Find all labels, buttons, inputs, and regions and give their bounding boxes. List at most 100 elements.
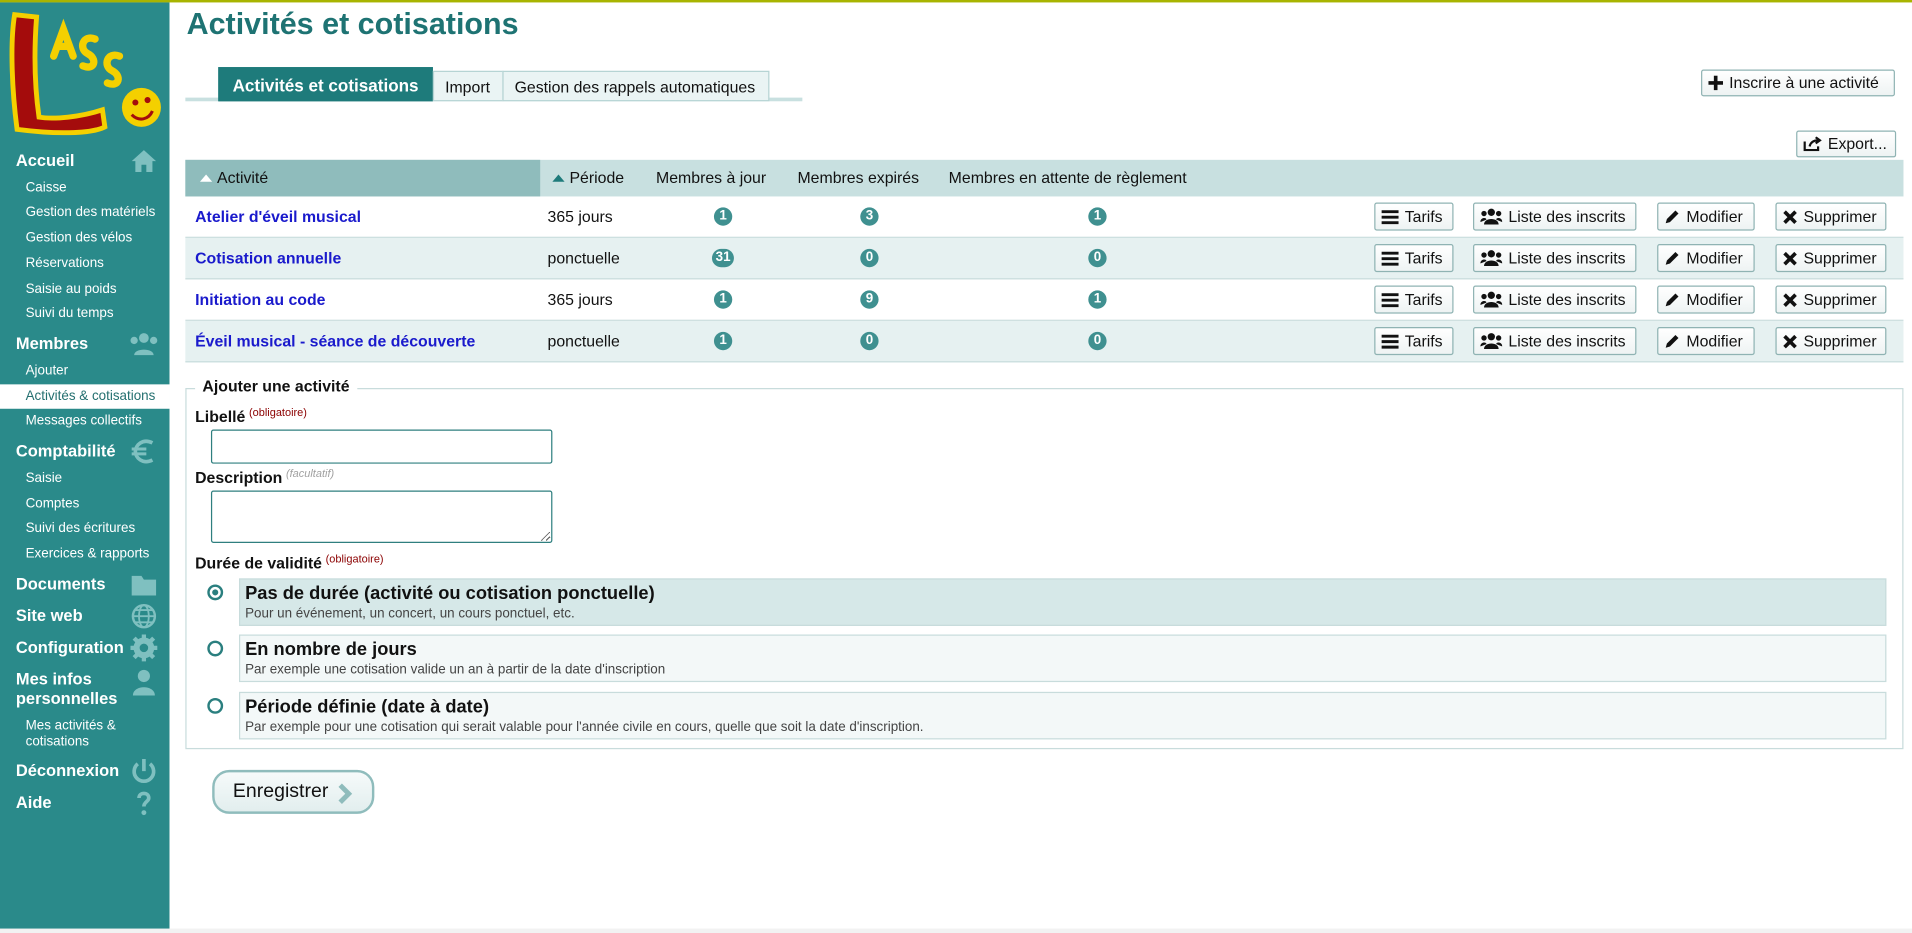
save-button[interactable]: Enregistrer: [212, 769, 375, 814]
nav-item-mes-activites-line1: Mes activités &: [25, 718, 116, 734]
tab-activites-cotisations[interactable]: Activités et cotisations: [218, 67, 433, 102]
supprimer-button[interactable]: Supprimer: [1775, 327, 1887, 356]
radio-pas-de-duree[interactable]: [207, 584, 224, 601]
close-icon: [1783, 251, 1797, 266]
radio-periode-definie[interactable]: [207, 697, 224, 714]
nav-item-saisie-poids[interactable]: Saisie au poids: [26, 282, 117, 297]
membres-expires-badge: 3: [860, 207, 879, 226]
column-header-activite[interactable]: Activité: [185, 159, 541, 197]
list-icon: [1381, 334, 1399, 349]
activity-name-link[interactable]: Éveil musical - séance de découverte: [195, 321, 475, 361]
nav-item-saisie[interactable]: Saisie: [26, 471, 63, 486]
activity-name-link[interactable]: Cotisation annuelle: [195, 238, 341, 278]
modifier-button[interactable]: Modifier: [1657, 285, 1755, 314]
membres-attente-badge: 1: [1088, 207, 1107, 226]
share-icon: [1803, 136, 1822, 152]
nav-deconnexion[interactable]: Déconnexion: [15, 758, 162, 783]
nav-item-ajouter[interactable]: Ajouter: [26, 364, 69, 379]
nav-documents[interactable]: Documents: [15, 574, 162, 596]
users-icon: [1480, 333, 1503, 349]
radio-nombre-jours[interactable]: [207, 640, 224, 657]
nav-site-web-label: Site web: [15, 606, 83, 625]
option-periode-definie-title: Période définie (date à date): [245, 696, 490, 718]
tab-rappels-automatiques[interactable]: Gestion des rappels automatiques: [502, 70, 770, 102]
nav-item-mes-activites-line2: cotisations: [25, 734, 89, 750]
lasso-logo[interactable]: [5, 7, 166, 144]
nav-membres[interactable]: Membres: [16, 333, 162, 356]
nav-site-web[interactable]: Site web: [15, 603, 162, 629]
table-row: Éveil musical - séance de découverte ponc…: [185, 320, 1904, 363]
activity-name-link[interactable]: Initiation au code: [195, 279, 325, 319]
supprimer-button[interactable]: Supprimer: [1775, 202, 1887, 231]
nav-documents-label: Documents: [15, 574, 106, 594]
option-nombre-jours-title: En nombre de jours: [245, 639, 417, 661]
nav-item-materiels[interactable]: Gestion des matériels: [26, 205, 156, 220]
nav-comptabilite[interactable]: Comptabilité: [16, 439, 162, 464]
nav-accueil[interactable]: Accueil: [15, 150, 162, 173]
nav-item-velos[interactable]: Gestion des vélos: [26, 231, 133, 246]
column-header-periode[interactable]: Période: [552, 160, 624, 197]
power-icon: [132, 758, 156, 783]
nav-configuration[interactable]: Configuration: [16, 634, 162, 662]
gear-icon: [130, 634, 158, 662]
app-window: Accueil Caisse Gestion des matériels Ges…: [0, 0, 1912, 933]
liste-inscrits-button-label: Liste des inscrits: [1508, 207, 1626, 226]
description-label-text: Description: [195, 468, 283, 487]
option-nombre-jours[interactable]: En nombre de jours Par exemple une cotis…: [239, 634, 1887, 683]
libelle-input[interactable]: [210, 429, 553, 464]
list-icon: [1381, 210, 1399, 225]
modifier-button[interactable]: Modifier: [1657, 327, 1755, 356]
modifier-button[interactable]: Modifier: [1657, 244, 1755, 273]
liste-inscrits-button-label: Liste des inscrits: [1508, 248, 1626, 268]
nav-mes-infos[interactable]: Mes infos personnelles: [16, 669, 162, 709]
modifier-button-label: Modifier: [1686, 207, 1743, 226]
supprimer-button[interactable]: Supprimer: [1775, 285, 1887, 314]
liste-inscrits-button[interactable]: Liste des inscrits: [1473, 285, 1637, 314]
close-icon: [1783, 210, 1797, 224]
subscribe-activity-button[interactable]: Inscrire à une activité: [1701, 69, 1895, 97]
modifier-button[interactable]: Modifier: [1657, 202, 1755, 231]
nav-aide[interactable]: Aide: [16, 791, 162, 816]
nav-item-exercices[interactable]: Exercices & rapports: [26, 547, 150, 562]
chevron-right-icon: [338, 783, 353, 804]
option-periode-definie[interactable]: Période définie (date à date) Par exempl…: [239, 691, 1887, 740]
nav-item-suivi-temps[interactable]: Suivi du temps: [26, 306, 114, 321]
nav-item-caisse[interactable]: Caisse: [26, 181, 67, 196]
liste-inscrits-button[interactable]: Liste des inscrits: [1473, 244, 1637, 273]
nav-accueil-label: Accueil: [15, 151, 75, 170]
tarifs-button[interactable]: Tarifs: [1374, 202, 1454, 231]
export-button[interactable]: Export...: [1796, 130, 1897, 158]
nav-item-mes-activites[interactable]: Mes activités & cotisations: [26, 719, 116, 751]
table-row: Atelier d'éveil musical 365 jours 1 3 1 Tarif…: [185, 196, 1904, 238]
nav-item-comptes[interactable]: Comptes: [26, 497, 80, 512]
page-title: Activités et cotisations: [186, 7, 519, 42]
users-icon: [1480, 208, 1503, 225]
duree-validite-label: Durée de validité (obligatoire): [195, 553, 383, 573]
activity-period: ponctuelle: [547, 331, 620, 351]
pencil-icon: [1665, 251, 1679, 265]
users-icon: [1480, 250, 1503, 266]
list-icon: [1381, 293, 1399, 308]
libelle-label-text: Libellé: [195, 407, 246, 426]
membres-expires-badge: 0: [860, 248, 879, 268]
users-icon: [130, 333, 158, 356]
nav-item-messages[interactable]: Messages collectifs: [26, 414, 142, 429]
nav-item-reservations[interactable]: Réservations: [26, 256, 104, 271]
tarifs-button[interactable]: Tarifs: [1374, 285, 1454, 314]
tarifs-button[interactable]: Tarifs: [1374, 327, 1454, 356]
nav-deconnexion-label: Déconnexion: [15, 761, 120, 780]
description-textarea[interactable]: [210, 490, 553, 543]
liste-inscrits-button[interactable]: Liste des inscrits: [1473, 202, 1637, 231]
option-pas-de-duree[interactable]: Pas de durée (activité ou cotisation pon…: [239, 578, 1887, 626]
tab-import[interactable]: Import: [432, 70, 504, 102]
supprimer-button[interactable]: Supprimer: [1775, 244, 1887, 273]
activity-period: 365 jours: [547, 207, 613, 226]
nav-item-suivi-ecritures[interactable]: Suivi des écritures: [26, 521, 136, 536]
tarifs-button[interactable]: Tarifs: [1374, 244, 1454, 273]
nav-item-activites-cotisations[interactable]: Activités & cotisations: [0, 384, 170, 409]
activities-table: Activité Période Membres à jour Membres …: [185, 159, 1904, 363]
activity-name-link[interactable]: Atelier d'éveil musical: [195, 196, 361, 236]
option-periode-definie-desc: Par exemple pour une cotisation qui sera…: [245, 719, 924, 735]
liste-inscrits-button[interactable]: Liste des inscrits: [1473, 327, 1637, 356]
membres-expires-badge: 9: [860, 290, 879, 309]
